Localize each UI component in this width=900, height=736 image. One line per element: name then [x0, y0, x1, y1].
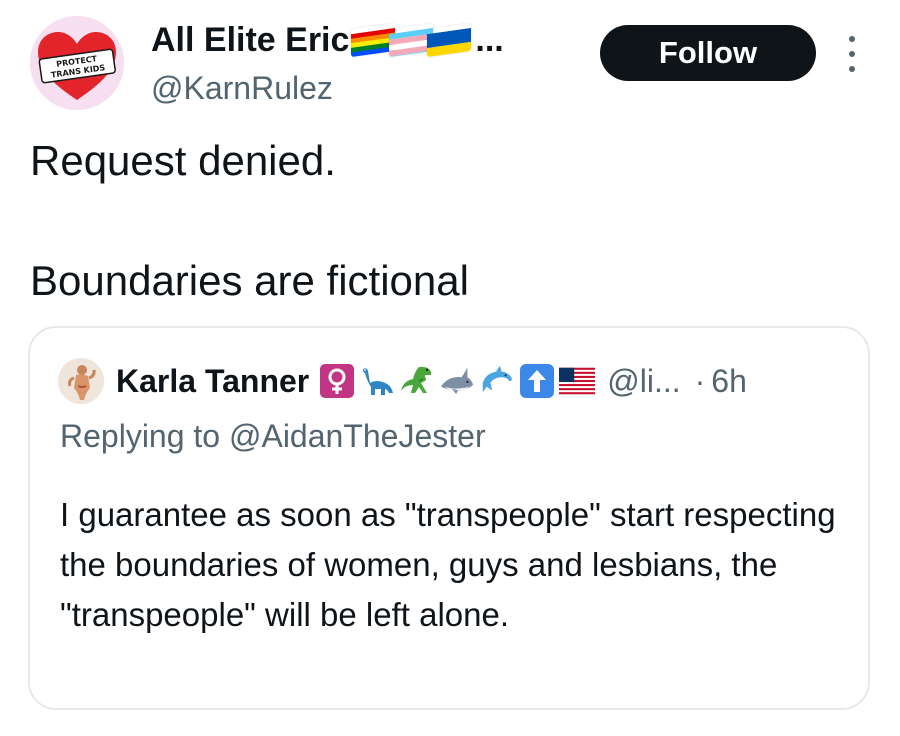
us-flag-icon [559, 363, 596, 399]
protect-trans-kids-heart-icon: PROTECT TRANS KIDS [30, 16, 124, 110]
author-name-flags [351, 26, 472, 58]
up-arrow-icon [519, 363, 555, 399]
quoted-author-avatar [58, 358, 104, 404]
author-name-overflow: ... [475, 21, 504, 59]
female-sign-icon [319, 363, 355, 399]
sauropod-icon [359, 363, 395, 399]
quoted-author-name[interactable]: Karla Tanner [116, 363, 309, 400]
tweet-text-line1: Request denied. [30, 137, 336, 184]
t-rex-icon [399, 363, 435, 399]
quoted-tweet-time[interactable]: 6h [711, 363, 747, 400]
follow-button[interactable]: Follow [600, 25, 816, 81]
quoted-tweet-card[interactable]: Karla Tanner @li... · 6h Replying to @Ai… [28, 326, 870, 710]
dolphin-icon [479, 363, 515, 399]
tweet-text-line2: Boundaries are fictional [30, 257, 469, 304]
author-handle[interactable]: @KarnRulez [151, 66, 333, 110]
author-name-text: All Elite Eric [151, 21, 350, 59]
author-avatar[interactable]: PROTECT TRANS KIDS [30, 16, 124, 110]
quoted-tweet-header: Karla Tanner @li... · 6h [116, 358, 747, 404]
more-vertical-icon[interactable] [840, 36, 864, 72]
ukraine-flag-icon [427, 23, 472, 58]
header-separator: · [694, 362, 706, 399]
author-display-name[interactable]: All Elite Eric ... [151, 18, 504, 62]
shark-icon [439, 363, 475, 399]
quoted-tweet-body: I guarantee as soon as "transpeople" sta… [60, 496, 836, 633]
quoted-author-emojis [319, 363, 599, 399]
replying-to-label[interactable]: Replying to @AidanTheJester [60, 414, 486, 458]
quoted-author-handle[interactable]: @li... [607, 363, 680, 400]
